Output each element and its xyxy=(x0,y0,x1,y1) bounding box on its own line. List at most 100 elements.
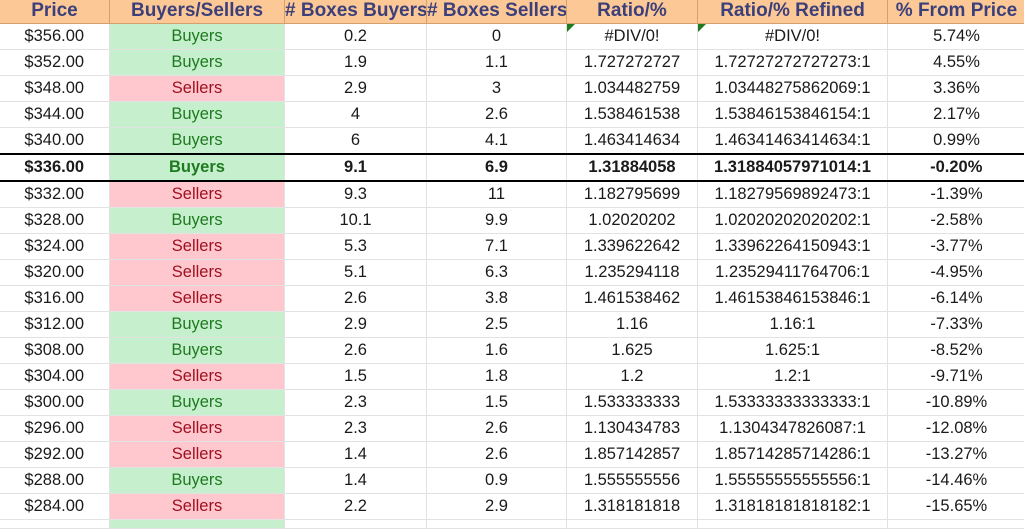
price-cell[interactable]: $288.00 xyxy=(0,468,110,494)
boxes-sellers-cell[interactable]: 0.9 xyxy=(427,468,567,494)
column-header-boxes-buyers[interactable]: # Boxes Buyers xyxy=(285,0,427,24)
ratio-cell[interactable]: 1.31884058 xyxy=(567,154,698,181)
from-price-cell[interactable]: -4.95% xyxy=(888,260,1024,286)
from-price-cell[interactable]: -7.33% xyxy=(888,312,1024,338)
from-price-cell[interactable]: -6.14% xyxy=(888,286,1024,312)
boxes-buyers-cell[interactable]: 2.9 xyxy=(285,76,427,102)
boxes-sellers-cell[interactable]: 2.6 xyxy=(427,442,567,468)
ratio-refined-cell[interactable]: 1.1304347826087:1 xyxy=(698,416,888,442)
side-cell[interactable]: Buyers xyxy=(110,390,285,416)
ratio-refined-cell[interactable]: 1.2:1 xyxy=(698,364,888,390)
boxes-buyers-cell[interactable]: 1.4 xyxy=(285,468,427,494)
boxes-sellers-cell[interactable]: 9.9 xyxy=(427,208,567,234)
from-price-cell[interactable]: 0.99% xyxy=(888,128,1024,155)
column-header-boxes-sellers[interactable]: # Boxes Sellers xyxy=(427,0,567,24)
boxes-buyers-cell[interactable]: 1.5 xyxy=(285,364,427,390)
price-cell[interactable]: $356.00 xyxy=(0,24,110,50)
price-cell[interactable]: $352.00 xyxy=(0,50,110,76)
boxes-buyers-cell[interactable]: 2.3 xyxy=(285,390,427,416)
error-indicator-icon[interactable] xyxy=(567,24,575,32)
side-cell[interactable]: Buyers xyxy=(110,468,285,494)
side-cell[interactable]: Sellers xyxy=(110,181,285,208)
ratio-refined-cell[interactable]: 1.46153846153846:1 xyxy=(698,286,888,312)
from-price-cell[interactable]: 4.55% xyxy=(888,50,1024,76)
side-cell[interactable]: Buyers xyxy=(110,102,285,128)
boxes-sellers-cell[interactable]: 2.5 xyxy=(427,312,567,338)
ratio-cell[interactable]: 1.533333333 xyxy=(567,390,698,416)
price-cell[interactable]: $312.00 xyxy=(0,312,110,338)
ratio-refined-cell[interactable]: 1.31818181818182:1 xyxy=(698,494,888,520)
from-price-cell[interactable]: -14.46% xyxy=(888,468,1024,494)
boxes-sellers-cell[interactable]: 7.1 xyxy=(427,234,567,260)
from-price-cell[interactable]: 2.17% xyxy=(888,102,1024,128)
boxes-sellers-cell[interactable]: 3 xyxy=(427,76,567,102)
side-cell[interactable]: Buyers xyxy=(110,208,285,234)
from-price-cell[interactable]: -2.58% xyxy=(888,208,1024,234)
partial-cell[interactable] xyxy=(567,520,698,529)
ratio-cell[interactable]: 1.727272727 xyxy=(567,50,698,76)
side-cell[interactable]: Sellers xyxy=(110,234,285,260)
ratio-cell[interactable]: 1.857142857 xyxy=(567,442,698,468)
price-cell[interactable]: $336.00 xyxy=(0,154,110,181)
side-cell[interactable]: Buyers xyxy=(110,128,285,155)
price-cell[interactable]: $292.00 xyxy=(0,442,110,468)
from-price-cell[interactable]: 3.36% xyxy=(888,76,1024,102)
ratio-refined-cell[interactable]: 1.72727272727273:1 xyxy=(698,50,888,76)
column-header-ratio[interactable]: Ratio/% xyxy=(567,0,698,24)
ratio-cell[interactable]: 1.339622642 xyxy=(567,234,698,260)
ratio-refined-cell[interactable]: 1.03448275862069:1 xyxy=(698,76,888,102)
ratio-refined-cell[interactable]: 1.18279569892473:1 xyxy=(698,181,888,208)
ratio-cell[interactable]: 1.555555556 xyxy=(567,468,698,494)
ratio-refined-cell[interactable]: 1.625:1 xyxy=(698,338,888,364)
ratio-cell[interactable]: 1.02020202 xyxy=(567,208,698,234)
ratio-refined-cell[interactable]: 1.85714285714286:1 xyxy=(698,442,888,468)
ratio-cell[interactable]: 1.538461538 xyxy=(567,102,698,128)
column-header-ratio-refined[interactable]: Ratio/% Refined xyxy=(698,0,888,24)
boxes-sellers-cell[interactable]: 2.9 xyxy=(427,494,567,520)
partial-cell[interactable] xyxy=(427,520,567,529)
ratio-refined-cell[interactable]: 1.46341463414634:1 xyxy=(698,128,888,155)
boxes-buyers-cell[interactable]: 5.3 xyxy=(285,234,427,260)
boxes-buyers-cell[interactable]: 9.1 xyxy=(285,154,427,181)
ratio-cell[interactable]: 1.461538462 xyxy=(567,286,698,312)
side-cell[interactable]: Sellers xyxy=(110,286,285,312)
boxes-buyers-cell[interactable]: 2.9 xyxy=(285,312,427,338)
boxes-buyers-cell[interactable]: 5.1 xyxy=(285,260,427,286)
ratio-refined-cell[interactable]: 1.02020202020202:1 xyxy=(698,208,888,234)
boxes-sellers-cell[interactable]: 4.1 xyxy=(427,128,567,155)
partial-cell[interactable] xyxy=(285,520,427,529)
boxes-buyers-cell[interactable]: 1.9 xyxy=(285,50,427,76)
ratio-cell[interactable]: 1.182795699 xyxy=(567,181,698,208)
ratio-cell[interactable]: 1.235294118 xyxy=(567,260,698,286)
from-price-cell[interactable]: -13.27% xyxy=(888,442,1024,468)
side-cell[interactable]: Sellers xyxy=(110,260,285,286)
boxes-buyers-cell[interactable]: 6 xyxy=(285,128,427,155)
price-cell[interactable]: $320.00 xyxy=(0,260,110,286)
boxes-sellers-cell[interactable]: 1.6 xyxy=(427,338,567,364)
boxes-buyers-cell[interactable]: 2.3 xyxy=(285,416,427,442)
ratio-refined-cell[interactable]: 1.53333333333333:1 xyxy=(698,390,888,416)
price-cell[interactable]: $344.00 xyxy=(0,102,110,128)
ratio-refined-cell[interactable]: 1.31884057971014:1 xyxy=(698,154,888,181)
boxes-buyers-cell[interactable]: 4 xyxy=(285,102,427,128)
from-price-cell[interactable]: -15.65% xyxy=(888,494,1024,520)
ratio-cell[interactable]: 1.463414634 xyxy=(567,128,698,155)
boxes-sellers-cell[interactable]: 1.1 xyxy=(427,50,567,76)
boxes-sellers-cell[interactable]: 11 xyxy=(427,181,567,208)
column-header-price[interactable]: Price xyxy=(0,0,110,24)
ratio-refined-cell[interactable]: 1.55555555555556:1 xyxy=(698,468,888,494)
ratio-refined-cell[interactable]: #DIV/0! xyxy=(698,24,888,50)
boxes-sellers-cell[interactable]: 2.6 xyxy=(427,102,567,128)
price-cell[interactable]: $328.00 xyxy=(0,208,110,234)
boxes-sellers-cell[interactable]: 1.8 xyxy=(427,364,567,390)
boxes-buyers-cell[interactable]: 10.1 xyxy=(285,208,427,234)
ratio-cell[interactable]: 1.034482759 xyxy=(567,76,698,102)
price-cell[interactable]: $296.00 xyxy=(0,416,110,442)
side-cell[interactable]: Sellers xyxy=(110,416,285,442)
boxes-buyers-cell[interactable]: 2.6 xyxy=(285,338,427,364)
from-price-cell[interactable]: -10.89% xyxy=(888,390,1024,416)
ratio-refined-cell[interactable]: 1.53846153846154:1 xyxy=(698,102,888,128)
ratio-cell[interactable]: 1.16 xyxy=(567,312,698,338)
from-price-cell[interactable]: -9.71% xyxy=(888,364,1024,390)
from-price-cell[interactable]: -1.39% xyxy=(888,181,1024,208)
